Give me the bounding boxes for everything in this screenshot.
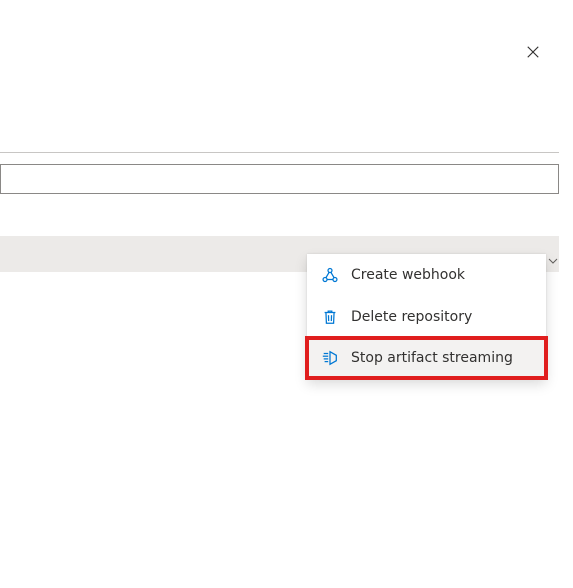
menu-item-label: Stop artifact streaming bbox=[351, 350, 513, 366]
menu-item-label: Create webhook bbox=[351, 267, 465, 283]
close-icon bbox=[526, 45, 540, 63]
context-menu: Create webhook Delete repository Stop ar bbox=[307, 254, 546, 378]
stream-stop-icon bbox=[321, 349, 339, 367]
text-input[interactable] bbox=[0, 164, 559, 194]
menu-item-label: Delete repository bbox=[351, 309, 472, 325]
menu-item-delete-repository[interactable]: Delete repository bbox=[307, 296, 546, 338]
webhook-icon bbox=[321, 266, 339, 284]
menu-item-stop-artifact-streaming[interactable]: Stop artifact streaming bbox=[305, 336, 548, 380]
section-divider bbox=[0, 152, 559, 153]
close-button[interactable] bbox=[521, 42, 545, 66]
delete-icon bbox=[321, 308, 339, 326]
chevron-down-icon bbox=[548, 254, 558, 268]
menu-item-create-webhook[interactable]: Create webhook bbox=[307, 254, 546, 296]
